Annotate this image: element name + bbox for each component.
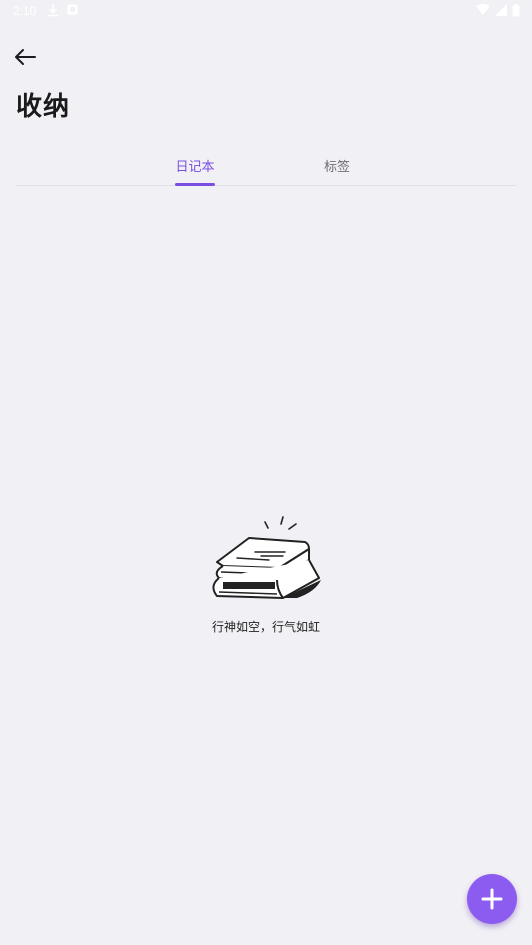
status-bar: 2:10 xyxy=(0,0,532,22)
signal-icon xyxy=(495,4,507,16)
tab-tags[interactable]: 标签 xyxy=(316,148,358,186)
status-right xyxy=(476,3,520,17)
tab-indicator xyxy=(175,183,215,186)
battery-icon xyxy=(512,3,520,16)
tab-label: 日记本 xyxy=(175,160,215,175)
empty-state-message: 行神如空，行气如虹 xyxy=(211,620,320,634)
plus-icon xyxy=(481,888,503,910)
add-button[interactable] xyxy=(467,874,517,924)
tab-bar: 日记本 标签 xyxy=(16,148,516,186)
status-time: 2:10 xyxy=(13,4,37,18)
notification-icon xyxy=(67,4,78,15)
download-icon xyxy=(48,4,58,17)
wifi-icon xyxy=(476,4,490,15)
page-title: 收纳 xyxy=(16,92,71,122)
arrow-left-icon xyxy=(15,49,36,65)
screen: 2:10 收纳 日记本 标签 行神如空，行气如虹 xyxy=(0,0,532,945)
tab-notebook[interactable]: 日记本 xyxy=(171,148,219,186)
tab-label: 标签 xyxy=(323,160,350,175)
books-icon xyxy=(212,516,321,599)
back-button[interactable] xyxy=(10,42,40,72)
